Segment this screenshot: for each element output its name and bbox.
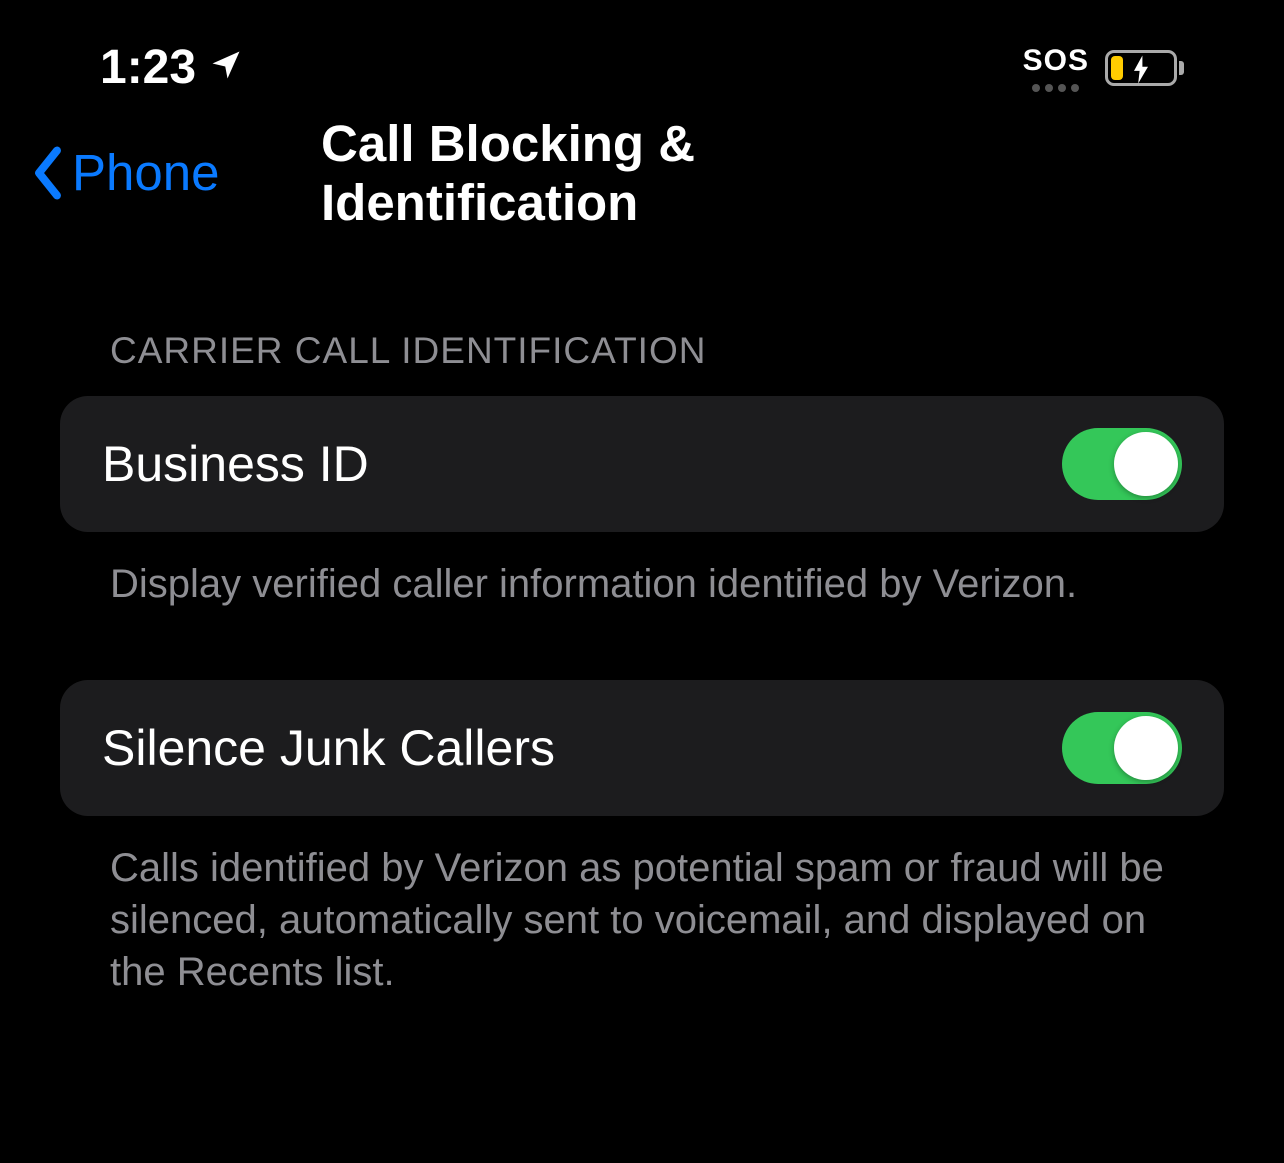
toggle-knob xyxy=(1114,432,1178,496)
location-icon xyxy=(208,40,244,95)
back-button[interactable]: Phone xyxy=(30,143,219,202)
footer-silence-junk: Calls identified by Verizon as potential… xyxy=(60,816,1224,998)
sos-indicator: SOS xyxy=(1023,44,1089,92)
nav-bar: Phone Call Blocking & Identification xyxy=(0,115,1284,230)
charging-bolt-icon xyxy=(1131,40,1151,95)
row-business-id[interactable]: Business ID xyxy=(60,396,1224,532)
sos-label: SOS xyxy=(1023,44,1089,78)
section-silence-junk: Silence Junk Callers Calls identified by… xyxy=(60,680,1224,998)
battery-icon xyxy=(1105,50,1184,86)
label-silence-junk: Silence Junk Callers xyxy=(102,719,555,777)
chevron-left-icon xyxy=(30,146,66,200)
page-title: Call Blocking & Identification xyxy=(321,114,963,232)
footer-business-id: Display verified caller information iden… xyxy=(60,532,1224,610)
section-carrier: Carrier Call Identification Business ID … xyxy=(60,330,1224,610)
section-header-carrier: Carrier Call Identification xyxy=(60,330,1224,396)
status-bar: 1:23 SOS xyxy=(0,0,1284,115)
label-business-id: Business ID xyxy=(102,435,369,493)
row-silence-junk[interactable]: Silence Junk Callers xyxy=(60,680,1224,816)
back-label: Phone xyxy=(72,143,219,202)
content: Carrier Call Identification Business ID … xyxy=(0,230,1284,998)
status-time: 1:23 xyxy=(100,40,196,95)
status-left: 1:23 xyxy=(100,40,244,95)
toggle-silence-junk[interactable] xyxy=(1062,712,1182,784)
sos-dots xyxy=(1032,84,1079,92)
toggle-knob xyxy=(1114,716,1178,780)
status-right: SOS xyxy=(1023,44,1184,92)
toggle-business-id[interactable] xyxy=(1062,428,1182,500)
